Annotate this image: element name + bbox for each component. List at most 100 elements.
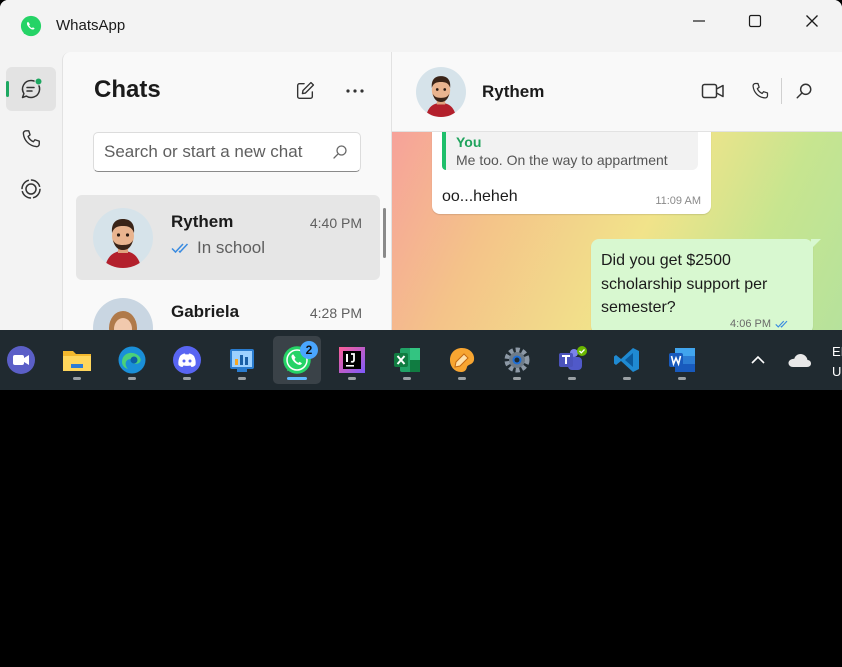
running-indicator <box>678 377 686 380</box>
taskbar-intellij[interactable] <box>328 336 376 384</box>
message-time: 4:06 PM <box>730 318 771 330</box>
close-icon <box>806 15 818 27</box>
taskbar-settings[interactable] <box>493 336 541 384</box>
taskbar-teams[interactable] <box>548 336 596 384</box>
bitmoji-avatar-icon <box>416 67 466 117</box>
excel-icon <box>394 348 420 372</box>
minimize-button[interactable] <box>684 10 714 32</box>
header-divider <box>781 78 782 104</box>
phone-icon <box>752 82 769 99</box>
message-time: 11:09 AM <box>655 195 701 207</box>
contact-avatar[interactable] <box>416 67 466 117</box>
taskbar-paint-app[interactable] <box>438 336 486 384</box>
chat-list-item-gabriela[interactable]: Gabriela 4:28 PM <box>76 285 380 330</box>
chat-preview-text: In school <box>197 238 266 257</box>
maximize-button[interactable] <box>740 10 770 32</box>
avatar <box>93 298 153 330</box>
search-icon <box>796 83 812 99</box>
conversation-panel: Rythem You Me too. On the way to appartm… <box>392 52 842 330</box>
taskbar-file-explorer[interactable] <box>53 336 101 384</box>
contact-name[interactable]: Rythem <box>482 82 544 102</box>
running-indicator <box>458 377 466 380</box>
gear-icon <box>504 347 530 373</box>
edge-browser-icon <box>118 346 146 374</box>
taskbar-word[interactable] <box>658 336 706 384</box>
status-icon <box>21 179 41 199</box>
compose-icon <box>296 81 315 100</box>
title-bar: WhatsApp <box>0 0 842 52</box>
chat-preview: In school <box>171 238 265 258</box>
folder-icon <box>63 351 91 371</box>
whatsapp-logo-icon <box>20 15 42 37</box>
voice-call-button[interactable] <box>745 76 775 106</box>
search-icon <box>333 145 347 159</box>
conversation-header: Rythem <box>392 52 842 132</box>
navigation-rail <box>0 52 62 330</box>
video-call-button[interactable] <box>698 76 728 106</box>
chat-time: 4:28 PM <box>309 305 362 321</box>
chats-heading: Chats <box>94 76 161 103</box>
unread-badge: 2 <box>300 341 318 359</box>
taskbar-analytics-app[interactable] <box>218 336 266 384</box>
running-indicator <box>568 377 576 380</box>
close-button[interactable] <box>797 10 827 32</box>
whatsapp-window: WhatsApp Chats Search or start a new cha… <box>0 0 842 330</box>
more-options-button[interactable] <box>340 76 370 106</box>
vscode-icon <box>614 348 639 372</box>
avatar <box>93 208 153 268</box>
running-indicator <box>403 377 411 380</box>
more-horizontal-icon <box>346 89 364 93</box>
language-line-1: EI <box>832 344 842 359</box>
chat-name: Gabriela <box>171 302 240 321</box>
new-chat-button[interactable] <box>290 76 320 106</box>
message-text: oo...heheh <box>442 188 518 205</box>
show-hidden-icons-button[interactable] <box>746 330 770 390</box>
app-title: WhatsApp <box>56 17 126 34</box>
incoming-message[interactable]: You Me too. On the way to appartment oo.… <box>432 122 711 214</box>
rail-chats-button[interactable] <box>6 67 56 111</box>
search-input[interactable] <box>104 141 324 163</box>
bitmoji-avatar-icon <box>93 208 153 268</box>
outgoing-message[interactable]: Did you get $2500 scholarship support pe… <box>591 239 821 330</box>
dashboard-app-icon <box>230 349 254 372</box>
chat-list-panel: Chats Search or start a new chat Rythem … <box>62 52 392 330</box>
maximize-icon <box>748 14 762 28</box>
taskbar-excel[interactable] <box>383 336 431 384</box>
rail-calls-button[interactable] <box>6 117 56 161</box>
search-messages-button[interactable] <box>789 76 819 106</box>
paint-app-icon <box>450 348 475 372</box>
chat-list-scrollbar[interactable] <box>383 208 386 258</box>
video-camera-icon <box>701 83 724 99</box>
chat-wallpaper: You Me too. On the way to appartment oo.… <box>392 122 842 330</box>
word-icon <box>669 348 695 372</box>
running-indicator <box>128 377 136 380</box>
running-indicator <box>183 377 191 380</box>
taskbar-zoom[interactable] <box>0 336 45 384</box>
profile-photo-icon <box>93 298 153 330</box>
double-check-icon <box>171 243 189 254</box>
intellij-icon <box>339 347 365 373</box>
message-meta: 4:06 PM <box>730 318 791 330</box>
chat-list-item-rythem[interactable]: Rythem 4:40 PM In school <box>76 195 380 280</box>
taskbar-vscode[interactable] <box>603 336 651 384</box>
taskbar-edge[interactable] <box>108 336 156 384</box>
chat-name: Rythem <box>171 212 234 231</box>
running-indicator <box>348 377 356 380</box>
discord-icon <box>173 346 201 374</box>
taskbar-whatsapp[interactable]: 2 <box>273 336 321 384</box>
chevron-up-icon <box>751 355 765 364</box>
quote-author: You <box>456 134 482 150</box>
running-indicator <box>73 377 81 380</box>
onedrive-tray-button[interactable] <box>786 330 812 390</box>
chat-time: 4:40 PM <box>309 215 362 231</box>
language-line-2: U <box>832 364 842 379</box>
minimize-icon <box>693 20 705 22</box>
active-indicator <box>287 377 307 380</box>
taskbar-discord[interactable] <box>163 336 211 384</box>
rail-status-button[interactable] <box>6 167 56 211</box>
cloud-icon <box>788 354 811 367</box>
video-meeting-app-icon <box>7 346 35 374</box>
language-indicator[interactable]: EI U <box>832 342 842 382</box>
message-text: Did you get $2500 scholarship support pe… <box>601 252 768 316</box>
search-box[interactable] <box>93 132 361 172</box>
